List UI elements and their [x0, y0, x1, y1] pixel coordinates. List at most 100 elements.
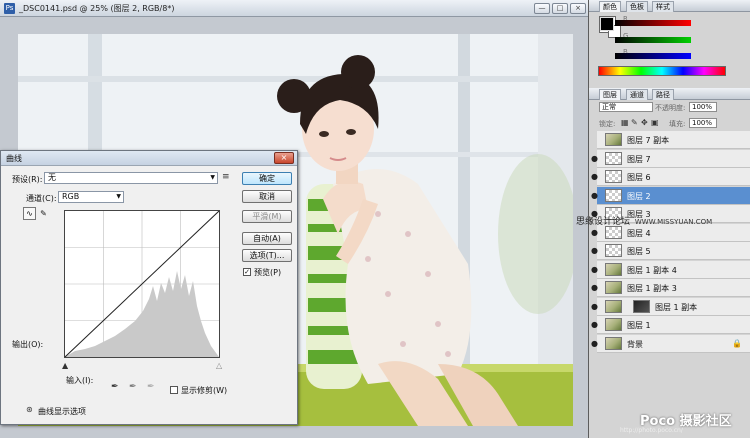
opacity-label: 不透明度:: [655, 104, 686, 112]
white-point-slider-icon[interactable]: △: [216, 361, 222, 370]
curves-graph[interactable]: [64, 210, 220, 358]
blue-slider[interactable]: [615, 53, 691, 59]
tab-paths[interactable]: 路径: [652, 89, 674, 100]
ps-document-icon: Ps: [4, 3, 15, 14]
chevron-down-icon: ▼: [116, 193, 121, 200]
tab-swatches[interactable]: 色板: [626, 1, 648, 12]
minimize-button[interactable]: —: [534, 3, 550, 14]
options-button[interactable]: 选项(T)...: [242, 249, 292, 262]
eye-icon[interactable]: ●: [591, 154, 599, 163]
color-panel-tabs: 颜色 色板 样式: [589, 0, 750, 12]
lock-icon: 🔒: [732, 338, 742, 348]
poco-url-watermark: http://photo.poco.cn/: [620, 427, 683, 434]
chevron-down-icon: ▼: [210, 174, 215, 181]
lock-all-icon[interactable]: ▣: [651, 118, 659, 127]
black-eyedropper-icon[interactable]: ✒: [111, 383, 119, 392]
close-dialog-button[interactable]: ×: [274, 152, 294, 164]
tab-color[interactable]: 颜色: [599, 1, 621, 12]
layer-thumbnail: [605, 244, 622, 257]
layer-name: 图层 1 副本 3: [627, 284, 677, 293]
red-slider[interactable]: [615, 20, 691, 26]
layer-row[interactable]: ● 图层 1 副本 3: [591, 279, 750, 297]
smooth-button[interactable]: 平滑(M): [242, 210, 292, 223]
layer-row[interactable]: ● 图层 1: [591, 316, 750, 334]
fill-label: 填充:: [669, 120, 686, 128]
layer-row[interactable]: ● 背景 🔒: [591, 334, 750, 353]
input-label: 输入(I):: [66, 376, 94, 385]
curves-graph-svg: [64, 210, 220, 358]
photoshop-window: Ps _DSC0141.psd @ 25% (图层 2, RGB/8*) — □…: [0, 0, 750, 438]
color-spectrum[interactable]: [598, 66, 726, 76]
eye-icon[interactable]: ●: [591, 172, 599, 181]
show-clipping-checkbox[interactable]: [170, 386, 178, 394]
tab-styles[interactable]: 样式: [652, 1, 674, 12]
layer-mask-thumbnail: [633, 299, 650, 313]
preview-checkbox[interactable]: ✓: [243, 268, 251, 276]
curves-dialog-title: 曲线: [6, 154, 22, 163]
eye-icon[interactable]: ●: [591, 191, 599, 200]
channel-label: 通道(C):: [26, 194, 57, 203]
eye-icon[interactable]: ●: [591, 339, 599, 348]
document-title-bar[interactable]: Ps _DSC0141.psd @ 25% (图层 2, RGB/8*) — □…: [0, 0, 588, 17]
layer-thumbnail: [605, 281, 622, 294]
layer-name: 图层 4: [627, 228, 651, 238]
layer-name: 图层 1 副本: [655, 302, 698, 312]
output-label: 输出(O):: [12, 340, 44, 349]
layer-name: 图层 7 副本: [627, 136, 670, 145]
tab-layers[interactable]: 图层: [599, 89, 621, 100]
layers-panel-tabs: 图层 通道 路径: [589, 88, 750, 100]
eye-icon[interactable]: ●: [591, 246, 599, 255]
preset-select[interactable]: 无 ▼: [44, 172, 218, 184]
layer-row[interactable]: ● 图层 2: [591, 186, 750, 205]
preset-label: 预设(R):: [12, 175, 43, 184]
layer-thumbnail: [605, 318, 622, 331]
black-point-slider-icon[interactable]: ▲: [62, 361, 68, 370]
layer-row[interactable]: 图层 7 副本: [597, 131, 750, 149]
expand-options-icon[interactable]: ⊛: [26, 405, 33, 414]
layer-row[interactable]: ● 图层 1 副本 4: [591, 260, 750, 279]
layer-row[interactable]: ● 图层 5: [591, 242, 750, 260]
eye-icon[interactable]: ●: [591, 265, 599, 274]
curve-display-options-label[interactable]: 曲线显示选项: [38, 406, 86, 417]
gray-eyedropper-icon[interactable]: ✒: [129, 383, 137, 392]
layer-row[interactable]: ● 图层 1 副本: [591, 297, 750, 316]
ok-button[interactable]: 确定: [242, 172, 292, 185]
layer-row[interactable]: ● 图层 7: [591, 149, 750, 168]
preset-options-icon[interactable]: ≡: [222, 173, 230, 182]
channel-value: RGB: [62, 192, 80, 201]
cancel-button[interactable]: 取消: [242, 190, 292, 203]
preset-value: 无: [48, 173, 56, 182]
lock-paint-icon[interactable]: ✎: [631, 118, 638, 127]
channel-select[interactable]: RGB ▼: [58, 191, 124, 203]
opacity-field[interactable]: 100%: [689, 102, 717, 112]
layer-name: 图层 7: [627, 154, 651, 164]
eye-icon[interactable]: ●: [591, 228, 599, 237]
eye-icon[interactable]: ●: [591, 283, 599, 292]
layer-name: 图层 5: [627, 247, 651, 256]
blend-mode-select[interactable]: 正常: [599, 102, 653, 112]
maximize-button[interactable]: □: [552, 3, 568, 14]
tab-channels[interactable]: 通道: [626, 89, 648, 100]
layer-thumbnail: [605, 225, 622, 239]
lock-transparency-icon[interactable]: ▦: [621, 118, 629, 127]
fill-field[interactable]: 100%: [689, 118, 717, 128]
layer-thumbnail: [605, 133, 622, 146]
lock-move-icon[interactable]: ✥: [641, 118, 648, 127]
layer-thumbnail: [605, 170, 622, 183]
show-clipping-label: 显示修剪(W): [181, 386, 228, 395]
curve-point-tool-icon[interactable]: ∿: [23, 207, 36, 220]
layer-name: 图层 1: [627, 321, 651, 330]
curves-dialog-title-bar[interactable]: 曲线 ×: [1, 151, 297, 166]
pencil-icon[interactable]: ✎: [37, 207, 50, 220]
site-name-cn: 思缘设计论坛: [576, 217, 631, 227]
layer-row[interactable]: ● 图层 6: [591, 168, 750, 186]
layer-name: 图层 6: [627, 173, 651, 182]
site-watermark: 思缘设计论坛 WWW.MISSYUAN.COM: [576, 214, 712, 227]
white-eyedropper-icon[interactable]: ✒: [147, 383, 155, 392]
fill-value: 100%: [692, 119, 713, 127]
auto-button[interactable]: 自动(A): [242, 232, 292, 245]
eye-icon[interactable]: ●: [591, 320, 599, 329]
green-slider[interactable]: [615, 37, 691, 43]
close-document-button[interactable]: ×: [570, 3, 586, 14]
eye-icon[interactable]: ●: [591, 302, 599, 311]
